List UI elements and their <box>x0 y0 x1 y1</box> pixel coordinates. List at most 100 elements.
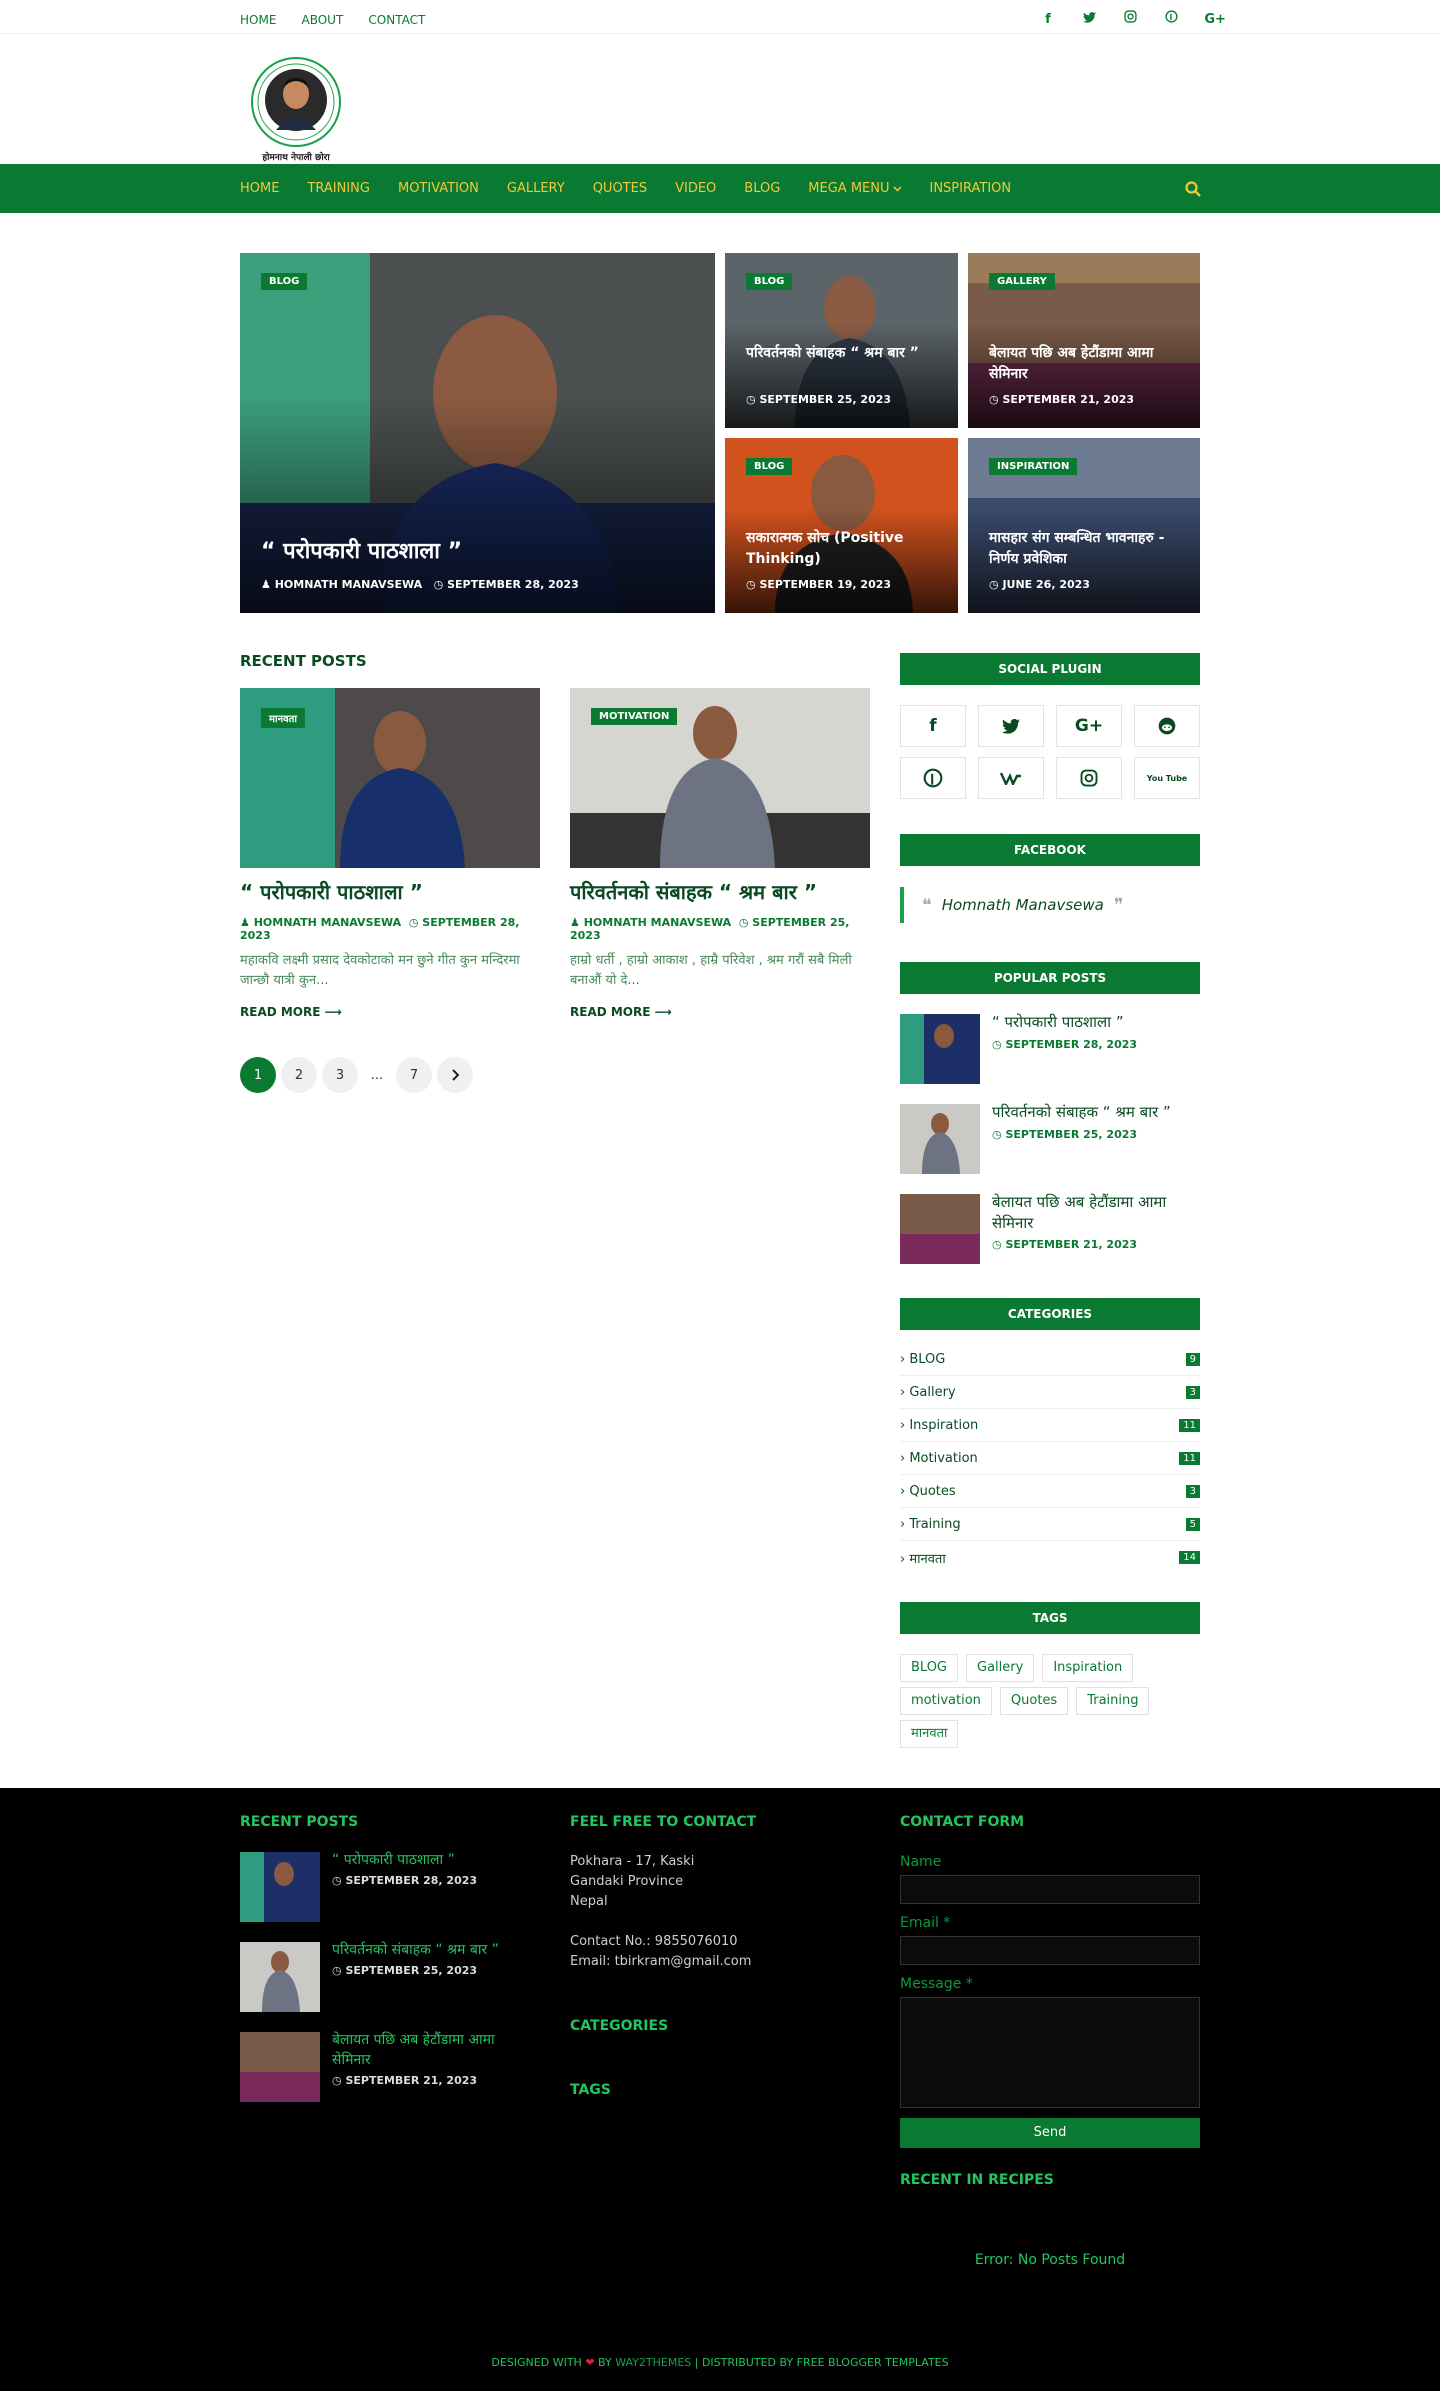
nav-video[interactable]: VIDEO <box>675 181 716 196</box>
top-link-about[interactable]: ABOUT <box>302 13 344 27</box>
featured-item[interactable]: BLOG सकारात्मक सोच (Positive Thinking) ◷… <box>725 438 958 613</box>
top-link-home[interactable]: HOME <box>240 13 276 27</box>
nav-gallery[interactable]: GALLERY <box>507 181 565 196</box>
nav-inspiration[interactable]: INSPIRATION <box>930 181 1012 196</box>
popular-post-title[interactable]: परिवर्तनको संबाहक “ श्रम बार ” <box>992 1102 1200 1123</box>
category-label[interactable]: INSPIRATION <box>989 458 1078 475</box>
footer-post-title[interactable]: “ परोपकारी पाठशाला ” <box>332 1850 532 1870</box>
send-button[interactable]: Send <box>900 2118 1200 2148</box>
footer-post-thumbnail[interactable] <box>240 2032 320 2102</box>
footer-post-title[interactable]: बेलायत पछि अब हेटौंडामा आमा सेमिनार <box>332 2030 532 2070</box>
youtube-icon[interactable]: You Tube <box>1134 757 1200 799</box>
featured-item[interactable]: INSPIRATION मासहार संग सम्बन्धित भावनाहर… <box>968 438 1200 613</box>
page-3[interactable]: 3 <box>322 1057 358 1093</box>
nav-blog[interactable]: BLOG <box>744 181 780 196</box>
post-title[interactable]: “ परोपकारी पाठशाला ” <box>240 878 540 906</box>
category-item[interactable]: › BLOG 9 <box>900 1343 1200 1376</box>
category-item[interactable]: › Training 5 <box>900 1508 1200 1541</box>
footer-post-thumbnail[interactable] <box>240 1942 320 2012</box>
vk-icon[interactable] <box>978 757 1044 799</box>
footer-post-title[interactable]: परिवर्तनको संबाहक “ श्रम बार ” <box>332 1940 532 1960</box>
featured-item-title[interactable]: सकारात्मक सोच (Positive Thinking) <box>746 528 941 570</box>
nav-training[interactable]: TRAINING <box>307 181 370 196</box>
clock-icon: ◷ <box>738 916 749 929</box>
chevron-right-icon <box>452 1069 459 1081</box>
email-input[interactable] <box>900 1936 1200 1965</box>
instagram-icon[interactable] <box>1056 757 1122 799</box>
recipes-heading: RECENT IN RECIPES <box>900 2172 1054 2188</box>
featured-main[interactable]: BLOG “ परोपकारी पाठशाला ” ♟ HOMNATH MANA… <box>240 253 715 613</box>
post-author[interactable]: HOMNATH MANAVSEWA <box>275 578 422 591</box>
tag-manavata[interactable]: मानवता <box>900 1720 959 1748</box>
site-logo[interactable]: होमनाथ नेपाली छोरा <box>240 54 346 164</box>
footer-post-thumbnail[interactable] <box>240 1852 320 1922</box>
category-item[interactable]: › मानवता 14 <box>900 1541 1200 1574</box>
twitter-icon[interactable] <box>1081 12 1097 27</box>
nav-quotes[interactable]: QUOTES <box>593 181 647 196</box>
quote-open-icon: ❝ <box>922 894 932 916</box>
popular-post-thumbnail[interactable] <box>900 1194 980 1264</box>
category-label[interactable]: BLOG <box>746 458 793 475</box>
category-label[interactable]: मानवता <box>261 708 305 728</box>
pinterest-icon[interactable] <box>900 757 966 799</box>
message-textarea[interactable] <box>900 1997 1200 2108</box>
featured-item-title[interactable]: बेलायत पछि अब हेटौंडामा आमा सेमिनार <box>989 343 1179 385</box>
featured-item-title[interactable]: परिवर्तनको संबाहक “ श्रम बार ” <box>746 343 936 364</box>
tag-quotes[interactable]: Quotes <box>999 1687 1069 1715</box>
category-label[interactable]: BLOG <box>261 273 308 290</box>
popular-post-date: ◷ SEPTEMBER 28, 2023 <box>992 1038 1138 1051</box>
popular-post-thumbnail[interactable] <box>900 1104 980 1174</box>
search-icon[interactable] <box>1184 180 1202 198</box>
category-name: › मानवता <box>900 1551 946 1567</box>
nav-motivation[interactable]: MOTIVATION <box>398 181 479 196</box>
tag-blog[interactable]: BLOG <box>900 1654 959 1682</box>
popular-post-title[interactable]: बेलायत पछि अब हेटौंडामा आमा सेमिनार <box>992 1192 1200 1234</box>
top-link-contact[interactable]: CONTACT <box>368 13 425 27</box>
tag-training[interactable]: Training <box>1076 1687 1150 1715</box>
featured-main-title[interactable]: “ परोपकारी पाठशाला ” <box>261 537 462 567</box>
footer-email[interactable]: Email: tbirkram@gmail.com <box>570 1952 870 1972</box>
facebook-icon[interactable]: f <box>900 705 966 747</box>
popular-post-title[interactable]: “ परोपकारी पाठशाला ” <box>992 1012 1200 1033</box>
page-1[interactable]: 1 <box>240 1057 276 1093</box>
post-author[interactable]: HOMNATH MANAVSEWA <box>584 916 731 929</box>
next-page-button[interactable] <box>437 1057 473 1093</box>
clock-icon: ◷ <box>408 916 419 929</box>
nav-mega-menu[interactable]: MEGA MENU <box>808 181 902 196</box>
category-item[interactable]: › Gallery 3 <box>900 1376 1200 1409</box>
name-input[interactable] <box>900 1875 1200 1904</box>
instagram-icon[interactable] <box>1122 10 1138 27</box>
read-more-link[interactable]: READ MORE ⟶ <box>570 1005 870 1019</box>
category-label[interactable]: BLOG <box>746 273 793 290</box>
facebook-icon[interactable]: f <box>1040 12 1056 27</box>
tag-motivation[interactable]: motivation <box>900 1687 992 1715</box>
nav-home[interactable]: HOME <box>240 181 279 196</box>
category-label[interactable]: MOTIVATION <box>591 708 678 725</box>
google-plus-icon[interactable]: G+ <box>1204 12 1226 27</box>
page-2[interactable]: 2 <box>281 1057 317 1093</box>
category-item[interactable]: › Motivation 11 <box>900 1442 1200 1475</box>
google-plus-icon[interactable]: G+ <box>1056 705 1122 747</box>
footer-recent-heading: RECENT POSTS <box>240 1814 359 1830</box>
featured-item-title[interactable]: मासहार संग सम्बन्धित भावनाहरु - निर्णय प… <box>989 528 1189 570</box>
featured-item[interactable]: BLOG परिवर्तनको संबाहक “ श्रम बार ” ◷ SE… <box>725 253 958 428</box>
featured-item[interactable]: GALLERY बेलायत पछि अब हेटौंडामा आमा सेमि… <box>968 253 1200 428</box>
way2themes-link[interactable]: WAY2THEMES <box>615 2356 691 2369</box>
category-item[interactable]: › Quotes 3 <box>900 1475 1200 1508</box>
reddit-icon[interactable] <box>1134 705 1200 747</box>
post-thumbnail[interactable]: MOTIVATION <box>570 688 870 868</box>
popular-post-thumbnail[interactable] <box>900 1014 980 1084</box>
post-author[interactable]: HOMNATH MANAVSEWA <box>254 916 401 929</box>
post-thumbnail[interactable]: मानवता <box>240 688 540 868</box>
tag-gallery[interactable]: Gallery <box>966 1654 1035 1682</box>
category-item[interactable]: › Inspiration 11 <box>900 1409 1200 1442</box>
read-more-link[interactable]: READ MORE ⟶ <box>240 1005 540 1019</box>
post-title[interactable]: परिवर्तनको संबाहक “ श्रम बार ” <box>570 878 870 906</box>
post-excerpt: हाम्रो धर्ती , हाम्रो आकाश , हाम्रै परिव… <box>570 953 852 988</box>
category-label[interactable]: GALLERY <box>989 273 1055 290</box>
page-7[interactable]: 7 <box>396 1057 432 1093</box>
pinterest-icon[interactable] <box>1163 10 1179 27</box>
tag-inspiration[interactable]: Inspiration <box>1042 1654 1134 1682</box>
facebook-page-name[interactable]: Homnath Manavsewa <box>942 896 1104 914</box>
twitter-icon[interactable] <box>978 705 1044 747</box>
